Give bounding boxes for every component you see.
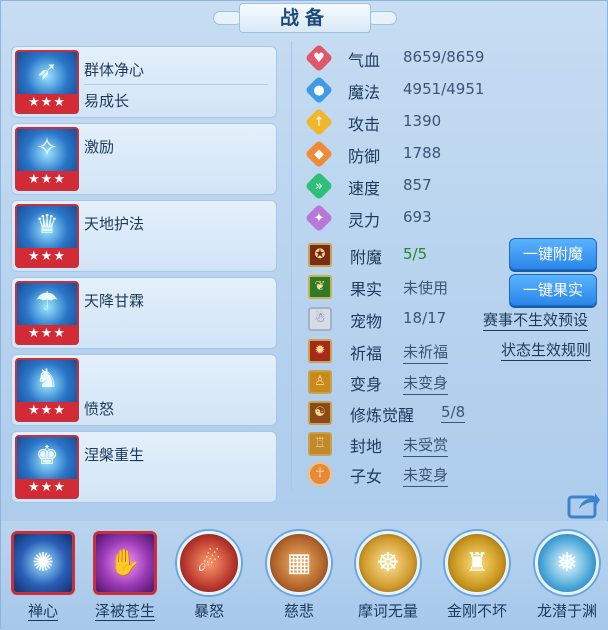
fief-icon: ♖ bbox=[308, 432, 332, 456]
beast-rage-icon: ☄ bbox=[177, 531, 241, 595]
bottom-skill[interactable]: ☸ 摩诃无量 bbox=[352, 531, 424, 629]
skill-icon-inspire: ✧ ★★★ bbox=[15, 127, 79, 191]
one-click-fruit-button[interactable]: 一键果实 bbox=[509, 274, 597, 306]
bottom-skill-bar: ✺ 禅心 ✋ 泽被苍生 ☄ 暴怒 ▦ 慈悲 ☸ 摩诃无量 ♜ 金刚不坏 ❅ 龙潜… bbox=[1, 521, 608, 630]
skill-icon-rage: ♞ ★★★ bbox=[15, 358, 79, 422]
vajra-icon: ♜ bbox=[445, 531, 509, 595]
zen-heart-icon: ✺ bbox=[11, 531, 75, 595]
skill-icon-rebirth: ♚ ★★★ bbox=[15, 435, 79, 499]
bottom-skill[interactable]: ❅ 龙潜于渊 bbox=[531, 531, 603, 629]
sword-icon: ↑ bbox=[304, 107, 334, 137]
skill-icon-guardian: ♛ ★★★ bbox=[15, 204, 79, 268]
panel-title: 战备 bbox=[239, 3, 371, 33]
blessing-icon: ✹ bbox=[308, 339, 332, 363]
skill-card[interactable]: ♞ ★★★ 愤怒 bbox=[11, 354, 277, 426]
skill-name: 激励 bbox=[84, 138, 115, 156]
speed-icon: » bbox=[304, 171, 334, 201]
shield-icon: ◆ bbox=[304, 139, 334, 169]
fief-value[interactable]: 未受赏 bbox=[403, 434, 449, 457]
cultivation-icon: ☯ bbox=[308, 401, 332, 425]
blessing-hand-icon: ✋ bbox=[93, 531, 157, 595]
monk-icon: ☸ bbox=[356, 531, 420, 595]
blessing-value[interactable]: 未祈福 bbox=[403, 341, 449, 364]
skill-name: 愤怒 bbox=[84, 400, 115, 418]
title-ornament-right bbox=[367, 11, 397, 25]
skill-card[interactable]: ☂ ★★★ 天降甘霖 bbox=[11, 277, 277, 349]
spirit-icon: ✦ bbox=[304, 203, 334, 233]
skill-card[interactable]: ✧ ★★★ 激励 bbox=[11, 123, 277, 195]
fruit-icon: ❦ bbox=[308, 275, 332, 299]
cultivation-value[interactable]: 5/8 bbox=[441, 403, 466, 423]
one-click-enchant-button[interactable]: 一键附魔 bbox=[509, 238, 597, 270]
bottom-skill[interactable]: ☄ 暴怒 bbox=[173, 531, 245, 629]
skill-card[interactable]: ➶ ★★★ 群体净心 易成长 bbox=[11, 46, 277, 118]
mana-icon: ● bbox=[304, 75, 334, 105]
skill-card[interactable]: ♚ ★★★ 涅槃重生 bbox=[11, 431, 277, 503]
skill-name: 涅槃重生 bbox=[84, 446, 145, 464]
skill-icon-rain: ☂ ★★★ bbox=[15, 281, 79, 345]
skill-name: 天地护法 bbox=[84, 215, 145, 233]
enchant-icon: ✪ bbox=[308, 243, 332, 267]
children-value[interactable]: 未变身 bbox=[403, 464, 449, 487]
title-bar: 战备 bbox=[1, 1, 608, 37]
share-icon[interactable] bbox=[567, 489, 601, 519]
skill-name-secondary: 易成长 bbox=[84, 92, 130, 110]
bottom-skill[interactable]: ✋ 泽被苍生 bbox=[89, 531, 161, 629]
bottom-skill[interactable]: ▦ 慈悲 bbox=[263, 531, 335, 629]
skill-icon-bow: ➶ ★★★ bbox=[15, 50, 79, 114]
skill-name: 群体净心 bbox=[84, 61, 145, 79]
bottom-skill[interactable]: ✺ 禅心 bbox=[7, 531, 79, 629]
transform-value[interactable]: 未变身 bbox=[403, 372, 449, 395]
bottom-skill[interactable]: ♜ 金刚不坏 bbox=[441, 531, 513, 629]
heart-icon: ♥ bbox=[304, 43, 334, 73]
child-icon: ☥ bbox=[308, 462, 332, 486]
battle-prep-panel: 战备 ➶ ★★★ 群体净心 易成长 ✧ ★★★ 激励 ♛ ★★★ 天地护法 ☂ ★★★ … bbox=[0, 0, 608, 630]
pet-icon: ☃ bbox=[308, 307, 332, 331]
skill-card[interactable]: ♛ ★★★ 天地护法 bbox=[11, 200, 277, 272]
dragon-icon: ❅ bbox=[535, 531, 599, 595]
event-preset-link[interactable]: 赛事不生效预设 bbox=[483, 309, 589, 331]
status-rules-link[interactable]: 状态生效规则 bbox=[501, 339, 592, 361]
transform-icon: ♙ bbox=[308, 370, 332, 394]
skill-name: 天降甘霖 bbox=[84, 292, 145, 310]
wall-icon: ▦ bbox=[267, 531, 331, 595]
